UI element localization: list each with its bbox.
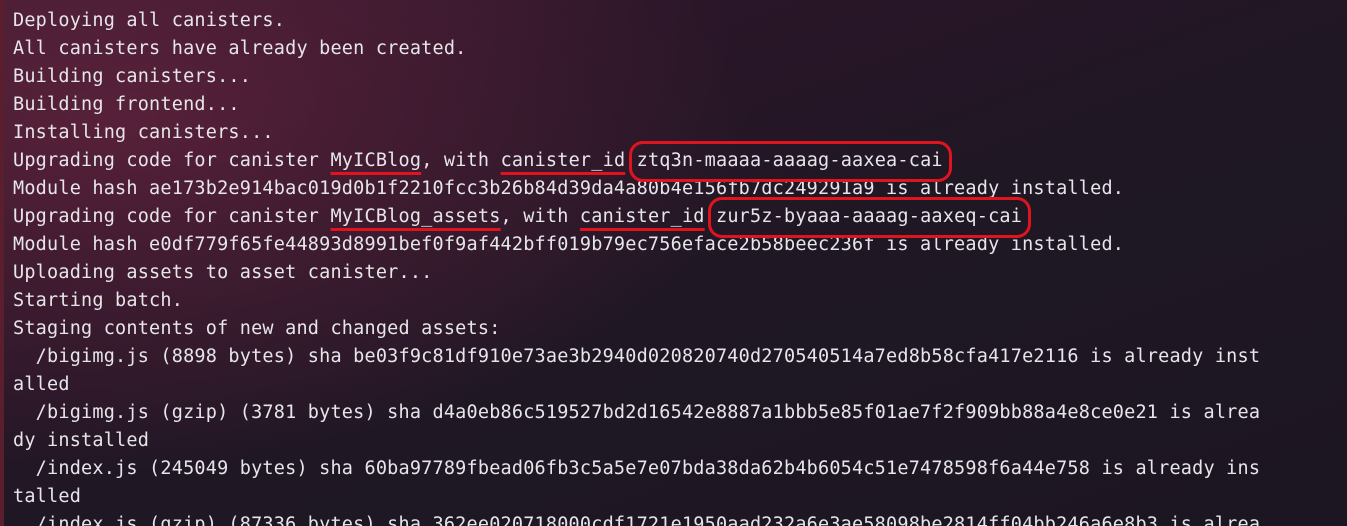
terminal-text: /bigimg.js (8898 bytes) sha be03f9c81df9…: [13, 346, 1261, 367]
terminal-text: Module hash ae173b2e914bac019d0b1f2210fc…: [13, 178, 1125, 199]
terminal-line: Building canisters...: [13, 63, 1347, 91]
terminal-line: Upgrading code for canister MyICBlog_ass…: [13, 197, 1347, 238]
underlined-annotation: canister_id: [579, 206, 705, 227]
terminal-line: /index.js (245049 bytes) sha 60ba97789fb…: [13, 455, 1347, 483]
terminal-text: , with: [500, 206, 580, 227]
terminal-text: talled: [13, 486, 82, 507]
terminal-text: Building frontend...: [13, 94, 240, 115]
terminal-line: talled: [13, 483, 1347, 511]
terminal-text: dy installed: [13, 430, 150, 451]
terminal-text: /index.js (gzip) (87336 bytes) sha 362ee…: [13, 514, 1261, 526]
terminal-text: Uploading assets to asset canister...: [13, 262, 433, 283]
underlined-annotation: canister_id: [500, 150, 626, 171]
terminal-line: Uploading assets to asset canister...: [13, 259, 1347, 287]
terminal-text: Starting batch.: [13, 290, 184, 311]
terminal-text: Upgrading code for canister: [13, 206, 331, 227]
underlined-annotation: MyICBlog_assets: [330, 206, 501, 227]
terminal-text: Staging contents of new and changed asse…: [13, 318, 501, 339]
terminal-line: alled: [13, 371, 1347, 399]
terminal-line: Starting batch.: [13, 287, 1347, 315]
terminal-line: Upgrading code for canister MyICBlog, wi…: [13, 141, 1347, 182]
terminal-text: Building canisters...: [13, 66, 252, 87]
terminal-text: , with: [421, 150, 501, 171]
terminal-line: dy installed: [13, 427, 1347, 455]
terminal-text: Upgrading code for canister: [13, 150, 331, 171]
boxed-canister-id: zur5z-byaaa-aaaag-aaxeq-cai: [707, 197, 1032, 238]
terminal-line: All canisters have already been created.: [13, 35, 1347, 63]
terminal-text: /index.js (245049 bytes) sha 60ba97789fb…: [13, 458, 1261, 479]
terminal-line: /bigimg.js (8898 bytes) sha be03f9c81df9…: [13, 343, 1347, 371]
terminal-line: Module hash e0df779f65fe44893d8991bef0f9…: [13, 231, 1347, 259]
terminal-output[interactable]: Deploying all canisters. All canisters ha…: [13, 7, 1347, 526]
terminal-line: /bigimg.js (gzip) (3781 bytes) sha d4a0e…: [13, 399, 1347, 427]
window-left-edge: [0, 0, 4, 526]
terminal-text: All canisters have already been created.: [13, 38, 467, 59]
terminal-text: Installing canisters...: [13, 122, 274, 143]
terminal-line: /index.js (gzip) (87336 bytes) sha 362ee…: [13, 511, 1347, 526]
terminal-text: /bigimg.js (gzip) (3781 bytes) sha d4a0e…: [13, 402, 1261, 423]
terminal-line: Staging contents of new and changed asse…: [13, 315, 1347, 343]
boxed-canister-id: ztq3n-maaaa-aaaag-aaxea-cai: [628, 141, 952, 182]
terminal-text: alled: [13, 374, 70, 395]
terminal-line: Deploying all canisters.: [13, 7, 1347, 35]
underlined-annotation: MyICBlog: [330, 150, 422, 171]
terminal-line: Building frontend...: [13, 91, 1347, 119]
terminal-text: Deploying all canisters.: [13, 10, 286, 31]
